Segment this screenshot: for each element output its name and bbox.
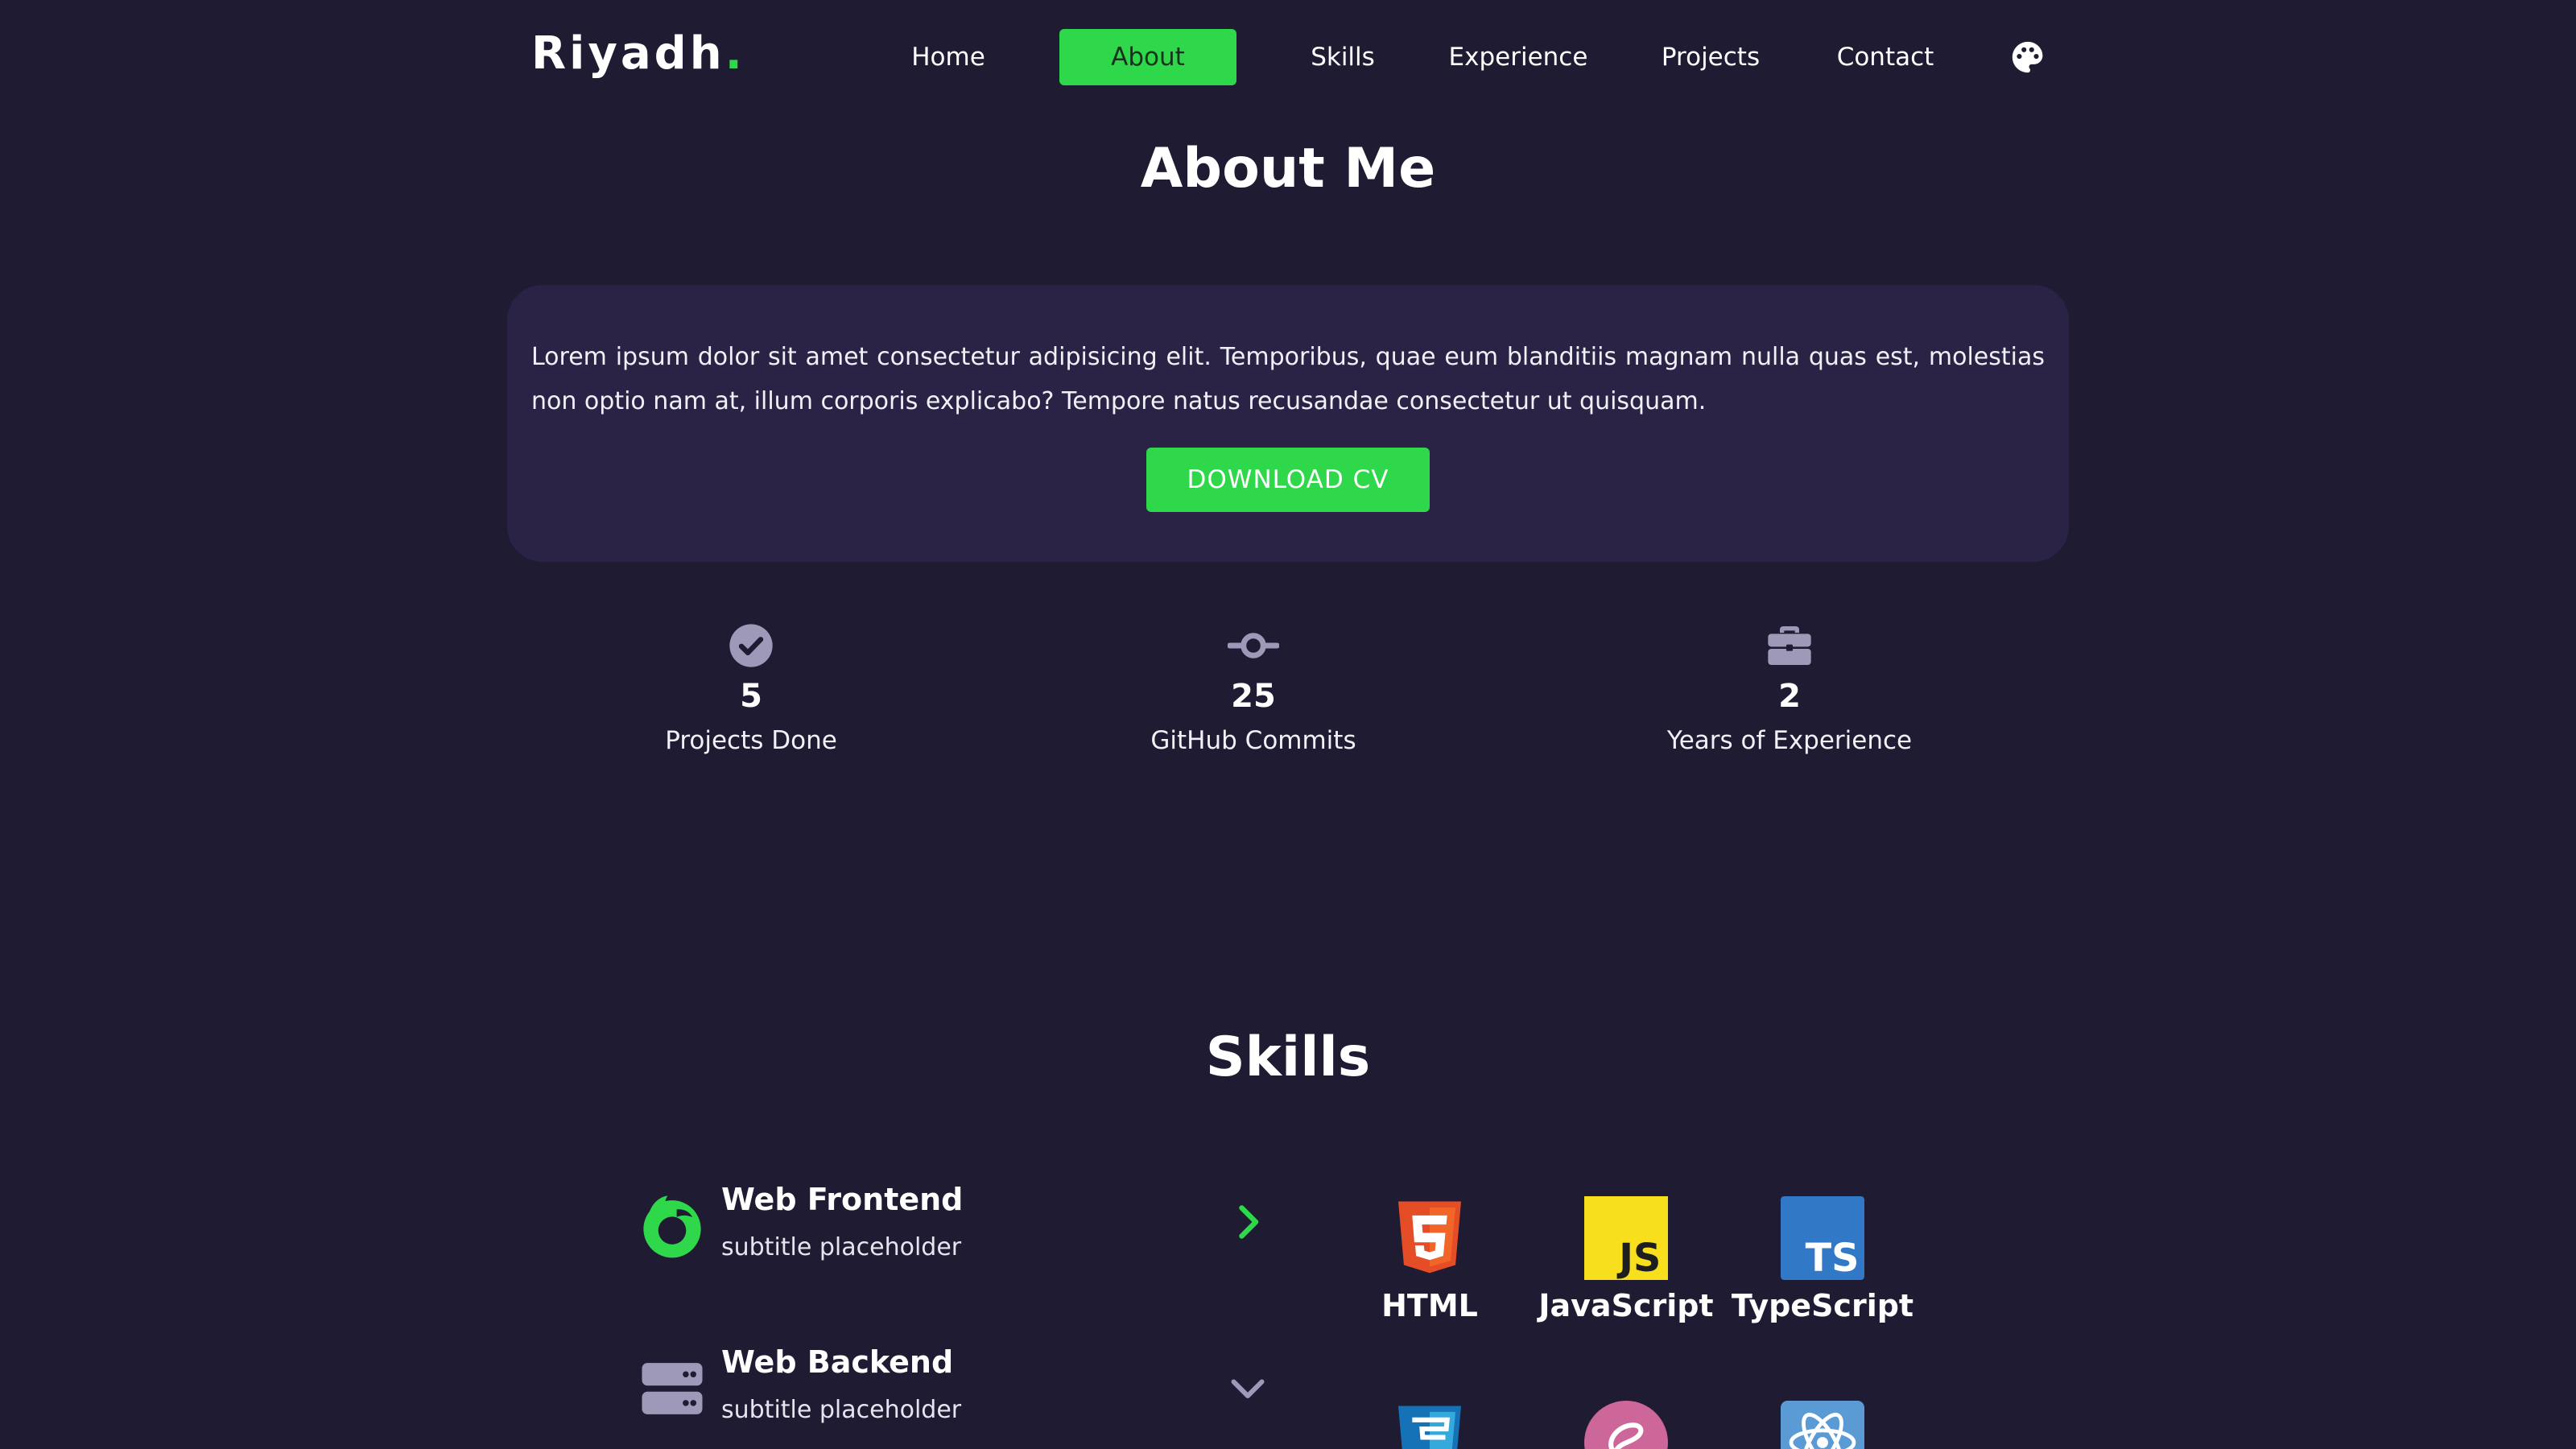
nav-link-projects[interactable]: Projects xyxy=(1642,29,1779,85)
skill-category-backend[interactable]: Web Backend subtitle placeholder xyxy=(636,1344,1280,1441)
check-circle-icon xyxy=(729,624,773,667)
top-navbar: Riyadh. Home About Skills Experience Pro… xyxy=(0,0,2576,116)
about-card: Lorem ipsum dolor sit amet consectetur a… xyxy=(507,285,2069,562)
tech-html: HTML xyxy=(1333,1196,1526,1323)
nav-link-contact[interactable]: Contact xyxy=(1826,29,1945,85)
tech-react xyxy=(1726,1401,1919,1449)
javascript-icon: JS xyxy=(1584,1196,1668,1280)
briefcase-icon xyxy=(1768,626,1811,665)
git-commit-icon xyxy=(1228,633,1279,658)
react-icon xyxy=(1781,1401,1864,1449)
stat-label: GitHub Commits xyxy=(1150,726,1356,755)
skill-category-title: Web Backend xyxy=(721,1344,954,1380)
stat-value: 25 xyxy=(1231,678,1276,715)
stat-commits: 25 GitHub Commits xyxy=(1084,620,1422,755)
chevron-down-icon[interactable] xyxy=(1224,1364,1272,1412)
tech-typescript: TS TypeScript xyxy=(1726,1196,1919,1323)
about-description: Lorem ipsum dolor sit amet consectetur a… xyxy=(531,343,2045,415)
tech-sass xyxy=(1530,1401,1723,1449)
tech-name: JavaScript xyxy=(1538,1288,1714,1323)
stat-value: 5 xyxy=(740,678,762,715)
stat-label: Projects Done xyxy=(665,726,837,755)
nav-link-experience[interactable]: Experience xyxy=(1441,29,1596,85)
nav-link-home[interactable]: Home xyxy=(886,29,1011,85)
download-cv-button[interactable]: DOWNLOAD CV xyxy=(1146,448,1430,512)
svg-text:TS: TS xyxy=(1806,1236,1860,1280)
nav-link-skills[interactable]: Skills xyxy=(1288,29,1397,85)
stat-value: 2 xyxy=(1778,678,1801,715)
firefox-icon xyxy=(643,1195,701,1258)
logo-text: Riyadh xyxy=(531,27,725,80)
tech-css xyxy=(1333,1401,1526,1449)
site-logo[interactable]: Riyadh. xyxy=(531,27,745,80)
css3-icon xyxy=(1398,1406,1461,1449)
stat-projects: 5 Projects Done xyxy=(582,620,920,755)
skill-category-frontend[interactable]: Web Frontend subtitle placeholder xyxy=(636,1182,1280,1278)
html5-icon xyxy=(1398,1201,1461,1274)
stat-label: Years of Experience xyxy=(1666,726,1913,755)
skill-category-subtitle: subtitle placeholder xyxy=(721,1233,962,1261)
skill-category-subtitle: subtitle placeholder xyxy=(721,1396,962,1424)
skills-title: Skills xyxy=(1205,1026,1371,1089)
tech-name: TypeScript xyxy=(1731,1288,1914,1323)
tech-name: HTML xyxy=(1381,1288,1478,1323)
about-title: About Me xyxy=(1140,137,1436,200)
typescript-icon: TS xyxy=(1781,1196,1864,1280)
chevron-right-icon[interactable] xyxy=(1224,1198,1272,1246)
sass-icon xyxy=(1584,1401,1668,1449)
skill-category-title: Web Frontend xyxy=(721,1182,964,1217)
nav-link-about[interactable]: About xyxy=(1059,29,1236,85)
stat-experience: 2 Years of Experience xyxy=(1620,620,1959,755)
server-icon xyxy=(642,1363,703,1414)
svg-text:JS: JS xyxy=(1616,1236,1661,1280)
logo-dot: . xyxy=(724,27,745,80)
tech-javascript: JS JavaScript xyxy=(1530,1196,1723,1323)
palette-icon[interactable] xyxy=(2009,39,2046,76)
